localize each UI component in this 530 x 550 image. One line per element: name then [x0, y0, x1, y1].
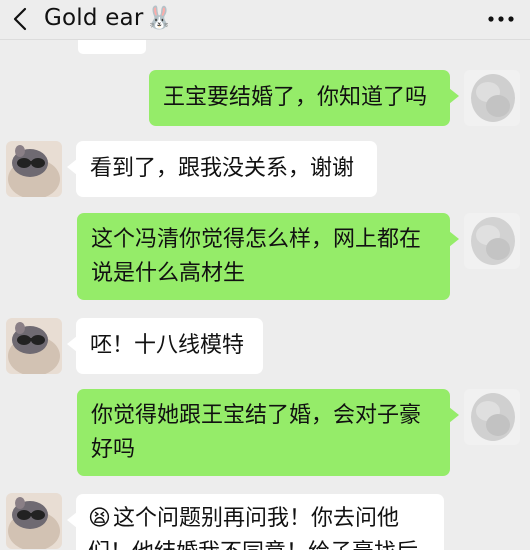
self-avatar[interactable] [464, 70, 520, 126]
chat-title-text: Gold ear [44, 5, 144, 31]
contact-avatar[interactable] [6, 493, 62, 549]
outgoing-message-bubble[interactable]: 你觉得她跟王宝结了婚，会对子豪 好吗 [77, 389, 459, 476]
message-text-line: 好吗 [91, 437, 136, 462]
message-text: 这个问题别再问我！你去问他 [112, 506, 399, 531]
chevron-left-icon[interactable] [10, 6, 32, 32]
contact-avatar[interactable] [6, 318, 62, 374]
chat-title: Gold ear🐰 [44, 5, 173, 31]
outgoing-message-bubble[interactable]: 这个冯清你觉得怎么样，网上都在 说是什么高材生 [77, 213, 459, 300]
tired-face-emoji-icon: 😫 [88, 506, 111, 531]
message-text-line: 说是什么高材生 [91, 261, 246, 286]
message-text-line: 这个冯清你觉得怎么样，网上都在 [91, 227, 422, 252]
incoming-message-bubble[interactable]: 😫这个问题别再问我！你去问他 们！他结婚我不同意！给子豪找后 [67, 494, 444, 550]
more-dots-icon[interactable] [486, 9, 516, 29]
message-text: 王宝要结婚了，你知道了吗 [163, 85, 428, 110]
message-text-line: 😫这个问题别再问我！你去问他 [88, 502, 432, 536]
message-text-line: 们！他结婚我不同意！给子豪找后 [88, 536, 432, 550]
contact-avatar[interactable] [6, 141, 62, 197]
message-text: 呸！十八线模特 [90, 333, 245, 358]
self-avatar[interactable] [464, 389, 520, 445]
message-text: 看到了，跟我没关系，谢谢 [90, 156, 355, 181]
self-avatar[interactable] [464, 213, 520, 269]
incoming-message-bubble[interactable]: 看到了，跟我没关系，谢谢 [67, 141, 377, 197]
outgoing-message-bubble[interactable]: 王宝要结婚了，你知道了吗 [149, 70, 459, 126]
incoming-message-bubble[interactable]: 呸！十八线模特 [67, 318, 263, 374]
rabbit-emoji-icon: 🐰 [145, 6, 174, 31]
chat-header: Gold ear🐰 [0, 0, 530, 40]
message-text-line: 你觉得她跟王宝结了婚，会对子豪 [91, 403, 422, 428]
